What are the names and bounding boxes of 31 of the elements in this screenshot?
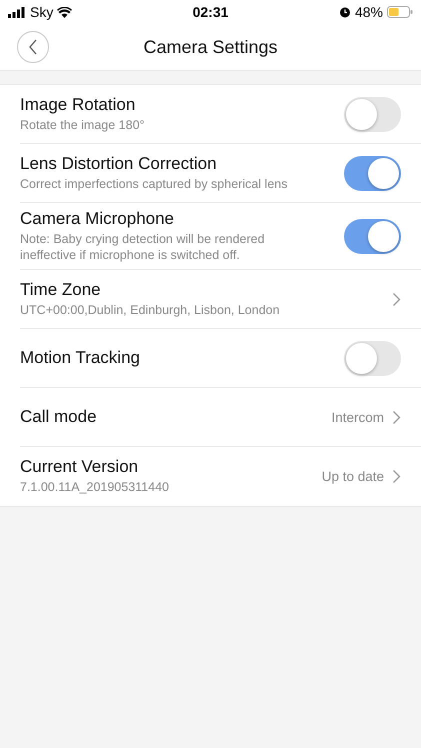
setting-value: Up to date xyxy=(322,469,384,484)
battery-icon xyxy=(387,6,413,18)
back-button[interactable] xyxy=(17,31,49,63)
setting-description: UTC+00:00,Dublin, Edinburgh, Lisbon, London xyxy=(20,302,281,319)
setting-label: Lens Distortion Correction xyxy=(20,154,218,174)
setting-description: Correct imperfections captured by spherical lens xyxy=(20,176,288,192)
setting-label: Call mode xyxy=(20,407,98,428)
signal-icon xyxy=(8,6,26,18)
chevron-left-icon xyxy=(28,39,38,55)
setting-value: Intercom xyxy=(331,410,384,425)
toggle-switch[interactable] xyxy=(344,96,401,132)
chevron-right-icon[interactable] xyxy=(392,292,401,307)
setting-label: Image Rotation xyxy=(20,94,136,115)
battery-percent: 48% xyxy=(354,4,383,20)
toggle-switch[interactable] xyxy=(344,218,401,254)
setting-label: Time Zone xyxy=(20,280,102,300)
toggle-switch[interactable] xyxy=(344,340,401,376)
chevron-right-icon[interactable] xyxy=(392,469,401,484)
setting-label: Camera Microphone xyxy=(20,209,176,229)
carrier-name: Sky xyxy=(30,4,54,20)
alarm-icon xyxy=(338,6,351,18)
chevron-right-icon[interactable] xyxy=(392,410,401,425)
setting-description: Rotate the image 180° xyxy=(20,118,146,134)
setting-label: Current Version xyxy=(20,457,140,478)
setting-description: Note: Baby crying detection will be rendered ineffective if microphone is switched off. xyxy=(20,232,266,264)
setting-description: 7.1.00.11A_201905311440 xyxy=(20,480,170,496)
page-title: Camera Settings xyxy=(143,36,278,58)
toggle-switch[interactable] xyxy=(344,156,401,190)
setting-label: Motion Tracking xyxy=(20,348,141,368)
wifi-icon xyxy=(57,6,72,18)
clock-time: 02:31 xyxy=(192,4,228,20)
